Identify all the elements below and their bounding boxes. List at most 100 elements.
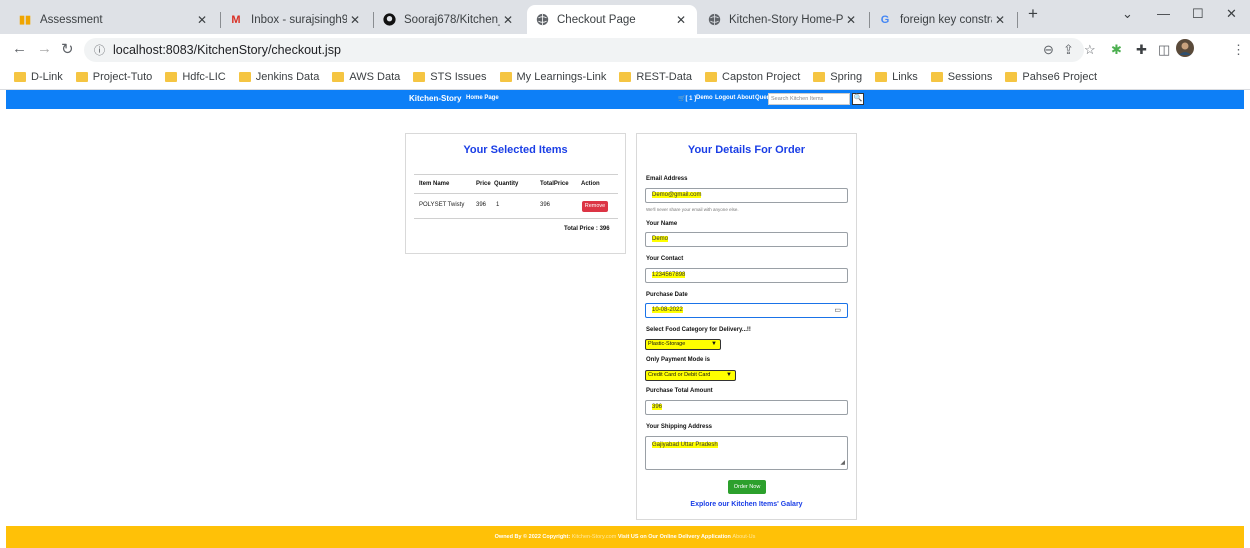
contact-label: Your Contact bbox=[646, 256, 684, 262]
footer-copyright: Owned By © 2022 Copyright: bbox=[494, 534, 571, 540]
zoom-icon[interactable]: ⊖ bbox=[1043, 42, 1054, 58]
tab-github[interactable]: Sooraj678/Kitchen_Story: Pl ✕ bbox=[374, 5, 524, 34]
avatar[interactable] bbox=[1176, 39, 1194, 60]
resize-handle-icon[interactable]: ◢ bbox=[840, 457, 845, 469]
explore-gallery-link[interactable]: Explore our Kitchen Items' Galary bbox=[637, 501, 856, 508]
extension-bug-icon[interactable]: ✱ bbox=[1111, 42, 1122, 58]
purchase-amount-field[interactable]: 396 bbox=[645, 400, 848, 415]
bookmark-capston-project[interactable]: Capston Project bbox=[705, 71, 800, 83]
bookmark-my-learnings[interactable]: My Learnings-Link bbox=[499, 71, 606, 83]
nav-logout-link[interactable]: Logout bbox=[715, 95, 735, 101]
bookmark-jenkins-data[interactable]: Jenkins Data bbox=[238, 71, 319, 83]
bookmark-sessions[interactable]: Sessions bbox=[930, 71, 992, 83]
category-label: Select Food Category for Delivery...!! bbox=[646, 327, 751, 333]
divider bbox=[414, 193, 618, 194]
email-label: Email Address bbox=[646, 176, 688, 182]
purchase-date-field[interactable]: 10-08-2022 ▭ bbox=[645, 303, 848, 318]
forward-arrow-icon[interactable]: → bbox=[37, 40, 52, 57]
minimize-icon[interactable]: — bbox=[1157, 6, 1170, 21]
close-icon[interactable]: ✕ bbox=[992, 13, 1008, 27]
maximize-icon[interactable]: ☐ bbox=[1192, 6, 1204, 22]
contact-field[interactable]: 1234567898 bbox=[645, 268, 848, 283]
chevron-down-icon: ▼ bbox=[711, 341, 717, 347]
email-help-text: We'll never share your email with anyone… bbox=[646, 207, 739, 212]
globe-icon bbox=[535, 13, 549, 27]
name-label: Your Name bbox=[646, 221, 678, 227]
calendar-icon[interactable]: ▭ bbox=[834, 304, 841, 317]
close-icon[interactable]: ✕ bbox=[194, 13, 210, 27]
folder-icon bbox=[14, 71, 26, 82]
order-details-title: Your Details For Order bbox=[687, 144, 806, 156]
bookmark-hdfc-lic[interactable]: Hdfc-LIC bbox=[165, 71, 226, 83]
col-price: Price bbox=[476, 181, 491, 187]
folder-icon bbox=[75, 71, 88, 82]
bookmark-rest-data[interactable]: REST-Data bbox=[619, 71, 692, 83]
folder-icon bbox=[619, 71, 632, 82]
bar-chart-icon: ▮▮ bbox=[18, 14, 32, 26]
nav-home-link[interactable]: Home Page bbox=[466, 95, 499, 101]
footer-site-link[interactable]: Kitchen-Story.com bbox=[572, 534, 617, 540]
search-input[interactable]: Search Kitchen Items bbox=[768, 93, 850, 105]
nav-about-link[interactable]: About bbox=[737, 95, 754, 101]
sidepanel-icon[interactable]: ◫ bbox=[1158, 42, 1170, 58]
back-arrow-icon[interactable]: ← bbox=[12, 40, 27, 57]
bookmark-links[interactable]: Links bbox=[875, 71, 918, 83]
total-price: Total Price : 396 bbox=[564, 226, 610, 232]
selected-items-card: Your Selected Items Item Name Price Quan… bbox=[405, 133, 626, 254]
col-action: Action bbox=[581, 181, 600, 187]
search-button[interactable]: 🔍 bbox=[852, 93, 864, 105]
name-field[interactable]: Demo bbox=[645, 232, 848, 247]
folder-icon bbox=[413, 71, 426, 82]
footer-visit-text: Visit US on Our Online Delivery Applicat… bbox=[617, 534, 731, 540]
tab-separator bbox=[1017, 12, 1018, 28]
puzzle-icon[interactable]: ✚ bbox=[1136, 42, 1147, 58]
divider bbox=[414, 174, 618, 175]
payment-mode-select[interactable]: Credit Card or Debit Card ▼ bbox=[645, 370, 736, 381]
new-tab-button[interactable]: + bbox=[1028, 4, 1038, 24]
tab-kitchen-story-home[interactable]: Kitchen-Story Home-Page ✕ bbox=[699, 5, 867, 34]
nav-cart-link[interactable]: 🛒[ 1 ] bbox=[678, 95, 696, 102]
nav-user[interactable]: Demo bbox=[696, 95, 713, 101]
food-category-select[interactable]: Plastic-Storage ▼ bbox=[645, 339, 721, 350]
info-icon[interactable]: ⓘ bbox=[94, 42, 105, 58]
bookmarks-bar: D-Link Project-Tuto Hdfc-LIC Jenkins Dat… bbox=[0, 64, 1250, 90]
tab-assessment[interactable]: ▮▮ Assessment ✕ bbox=[10, 5, 218, 34]
tab-checkout-page[interactable]: Checkout Page ✕ bbox=[527, 5, 697, 34]
site-brand[interactable]: Kitchen-Story bbox=[409, 94, 461, 103]
folder-icon bbox=[238, 71, 251, 82]
star-icon[interactable]: ☆ bbox=[1084, 42, 1096, 58]
footer-about-link[interactable]: About-Us bbox=[732, 534, 755, 540]
tab-inbox[interactable]: M Inbox - surajsingh9090@gm ✕ bbox=[221, 5, 371, 34]
close-icon[interactable]: ✕ bbox=[347, 13, 363, 27]
bookmark-sts-issues[interactable]: STS Issues bbox=[413, 71, 487, 83]
tab-search-icon[interactable]: ⌄ bbox=[1122, 6, 1133, 22]
col-totalprice: TotalPrice bbox=[540, 181, 569, 187]
reload-icon[interactable]: ↻ bbox=[61, 40, 74, 58]
bookmark-d-link[interactable]: D-Link bbox=[14, 71, 63, 83]
close-window-icon[interactable]: ✕ bbox=[1226, 6, 1237, 22]
close-icon[interactable]: ✕ bbox=[500, 13, 516, 27]
remove-button[interactable]: Remove bbox=[582, 201, 608, 212]
gmail-icon: M bbox=[231, 13, 241, 26]
cell-price: 396 bbox=[476, 202, 487, 208]
divider bbox=[414, 218, 618, 219]
bookmark-aws-data[interactable]: AWS Data bbox=[332, 71, 400, 83]
share-icon[interactable]: ⇪ bbox=[1063, 42, 1074, 58]
folder-icon bbox=[332, 71, 345, 82]
folder-icon bbox=[875, 71, 888, 82]
order-now-button[interactable]: Order Now bbox=[728, 480, 766, 494]
tab-google-search[interactable]: G foreign key constraint in sq ✕ bbox=[870, 5, 1016, 34]
address-bar[interactable]: ⓘ localhost:8083/KitchenStory/checkout.j… bbox=[84, 38, 1084, 62]
cell-quantity: 1 bbox=[496, 202, 500, 208]
close-icon[interactable]: ✕ bbox=[843, 13, 859, 27]
email-field[interactable]: Demo@gmail.com bbox=[645, 188, 848, 203]
menu-icon[interactable]: ⋮ bbox=[1232, 42, 1245, 58]
folder-icon bbox=[1005, 71, 1018, 82]
col-item-name: Item Name bbox=[419, 181, 450, 187]
close-icon[interactable]: ✕ bbox=[673, 13, 689, 27]
bookmark-spring[interactable]: Spring bbox=[813, 71, 862, 83]
bookmark-project-tuto[interactable]: Project-Tuto bbox=[75, 71, 152, 83]
shipping-address-field[interactable]: Gajiyabad Uttar Pradesh ◢ bbox=[645, 436, 848, 470]
globe-icon bbox=[707, 13, 721, 27]
bookmark-pahse6-project[interactable]: Pahse6 Project bbox=[1005, 71, 1097, 83]
